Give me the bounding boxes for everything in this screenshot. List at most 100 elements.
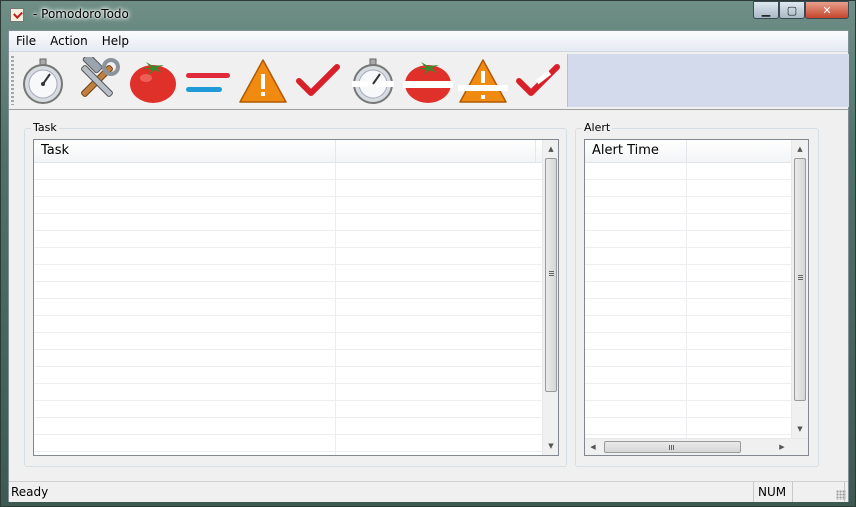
close-button[interactable]: ✕ <box>805 1 849 19</box>
num-lock-indicator: NUM <box>753 482 793 502</box>
alert-list-header: Alert Time <box>585 140 792 163</box>
empty-row <box>34 231 542 248</box>
empty-row <box>34 214 542 231</box>
alert-time-column-header[interactable]: Alert Time <box>585 140 687 162</box>
empty-row <box>585 333 792 350</box>
task-rows <box>34 163 542 452</box>
empty-row <box>585 282 792 299</box>
empty-row <box>34 282 542 299</box>
empty-row <box>34 248 542 265</box>
empty-row <box>34 367 542 384</box>
empty-row <box>34 316 542 333</box>
stopwatch-stop-icon <box>351 58 394 104</box>
task-list-header: Task <box>34 140 542 163</box>
alert-group-label: Alert <box>582 121 613 134</box>
alert-horizontal-scrollbar[interactable]: ◀ ▶ <box>585 438 808 455</box>
menu-help[interactable]: Help <box>95 31 136 51</box>
empty-row <box>585 367 792 384</box>
menu-file-label: File <box>16 34 37 48</box>
tomato-stop-icon <box>402 61 453 103</box>
toolbar-buttons <box>15 52 565 109</box>
checkmark-stop-icon <box>515 63 560 96</box>
menu-help-label: Help <box>101 34 130 48</box>
empty-row <box>34 197 542 214</box>
empty-row <box>585 316 792 333</box>
empty-row <box>585 265 792 282</box>
empty-row <box>34 333 542 350</box>
scroll-grip-icon <box>549 271 554 276</box>
add-alert-button[interactable] <box>235 53 290 108</box>
uncomplete-button[interactable] <box>510 53 565 108</box>
task-scroll-thumb[interactable] <box>545 158 557 392</box>
scroll-grip-icon <box>798 275 803 280</box>
scroll-up-arrow-icon[interactable]: ▲ <box>792 140 808 157</box>
scroll-grip-icon <box>669 445 674 450</box>
tomato-icon <box>129 61 176 103</box>
toolbar-empty-area <box>567 54 849 107</box>
empty-row <box>34 435 542 452</box>
task-extra-column-header[interactable] <box>336 140 536 162</box>
remove-alert-button[interactable] <box>455 53 510 108</box>
empty-row <box>34 265 542 282</box>
warning-stop-icon <box>457 58 508 103</box>
task-group-label: Task <box>31 121 59 134</box>
task-list[interactable]: Task ▲ ▼ <box>33 139 559 456</box>
alert-extra-column-header[interactable] <box>687 140 792 162</box>
empty-row <box>585 214 792 231</box>
app-window: - PomodoroTodo ▁ ▢ ✕ File Action Help Ta… <box>0 0 856 507</box>
add-pomodoro-button[interactable] <box>125 53 180 108</box>
client-area: File Action Help Task Task ▲ ▼ Alert Ale… <box>8 30 849 502</box>
status-text: Ready <box>11 485 49 499</box>
priority-lines-icon <box>185 72 230 92</box>
menu-action-label: Action <box>50 34 88 48</box>
menu-file[interactable]: File <box>9 31 43 51</box>
window-title: - PomodoroTodo <box>33 7 129 21</box>
toolbar-grip[interactable] <box>11 56 14 105</box>
empty-row <box>34 350 542 367</box>
remove-pomodoro-button[interactable] <box>400 53 455 108</box>
tools-icon <box>80 56 120 97</box>
empty-row <box>34 384 542 401</box>
window-controls: ▁ ▢ ✕ <box>753 1 849 20</box>
task-column-header[interactable]: Task <box>34 140 336 162</box>
scroll-up-arrow-icon[interactable]: ▲ <box>543 140 558 157</box>
alert-list[interactable]: Alert Time ▲ ▼ ◀ ▶ <box>584 139 809 456</box>
empty-row <box>585 231 792 248</box>
minimize-button[interactable]: ▁ <box>753 1 779 19</box>
alert-hscroll-thumb[interactable] <box>604 441 741 453</box>
title-bar[interactable]: - PomodoroTodo ▁ ▢ ✕ <box>1 1 855 29</box>
empty-row <box>585 180 792 197</box>
scroll-right-arrow-icon[interactable]: ▶ <box>774 439 790 455</box>
status-bar: Ready NUM <box>9 481 848 502</box>
task-column-divider <box>335 163 336 455</box>
toolbar <box>9 52 849 110</box>
complete-button[interactable] <box>290 53 345 108</box>
scroll-down-arrow-icon[interactable]: ▼ <box>543 437 558 454</box>
empty-row <box>34 180 542 197</box>
alert-rows <box>585 163 792 435</box>
settings-tools-button[interactable] <box>70 53 125 108</box>
priority-button[interactable] <box>180 53 235 108</box>
start-pomodoro-button[interactable] <box>15 53 70 108</box>
menu-bar: File Action Help <box>9 31 848 52</box>
alert-vertical-scrollbar[interactable]: ▲ ▼ <box>791 140 808 438</box>
scroll-down-arrow-icon[interactable]: ▼ <box>792 420 808 437</box>
empty-row <box>585 248 792 265</box>
empty-row <box>34 401 542 418</box>
scroll-left-arrow-icon[interactable]: ◀ <box>585 439 601 455</box>
app-icon[interactable] <box>10 8 24 22</box>
task-vertical-scrollbar[interactable]: ▲ ▼ <box>542 140 558 455</box>
empty-row <box>585 418 792 435</box>
empty-row <box>585 401 792 418</box>
stop-pomodoro-button[interactable] <box>345 53 400 108</box>
alert-column-divider <box>686 163 687 438</box>
empty-row <box>585 299 792 316</box>
alert-scroll-thumb[interactable] <box>794 158 806 401</box>
empty-row <box>34 163 542 180</box>
stopwatch-icon <box>22 58 63 104</box>
maximize-button[interactable]: ▢ <box>779 1 805 19</box>
empty-row <box>585 163 792 180</box>
resize-grip-icon[interactable] <box>836 490 846 500</box>
menu-action[interactable]: Action <box>43 31 95 51</box>
checkmark-icon <box>295 63 340 96</box>
